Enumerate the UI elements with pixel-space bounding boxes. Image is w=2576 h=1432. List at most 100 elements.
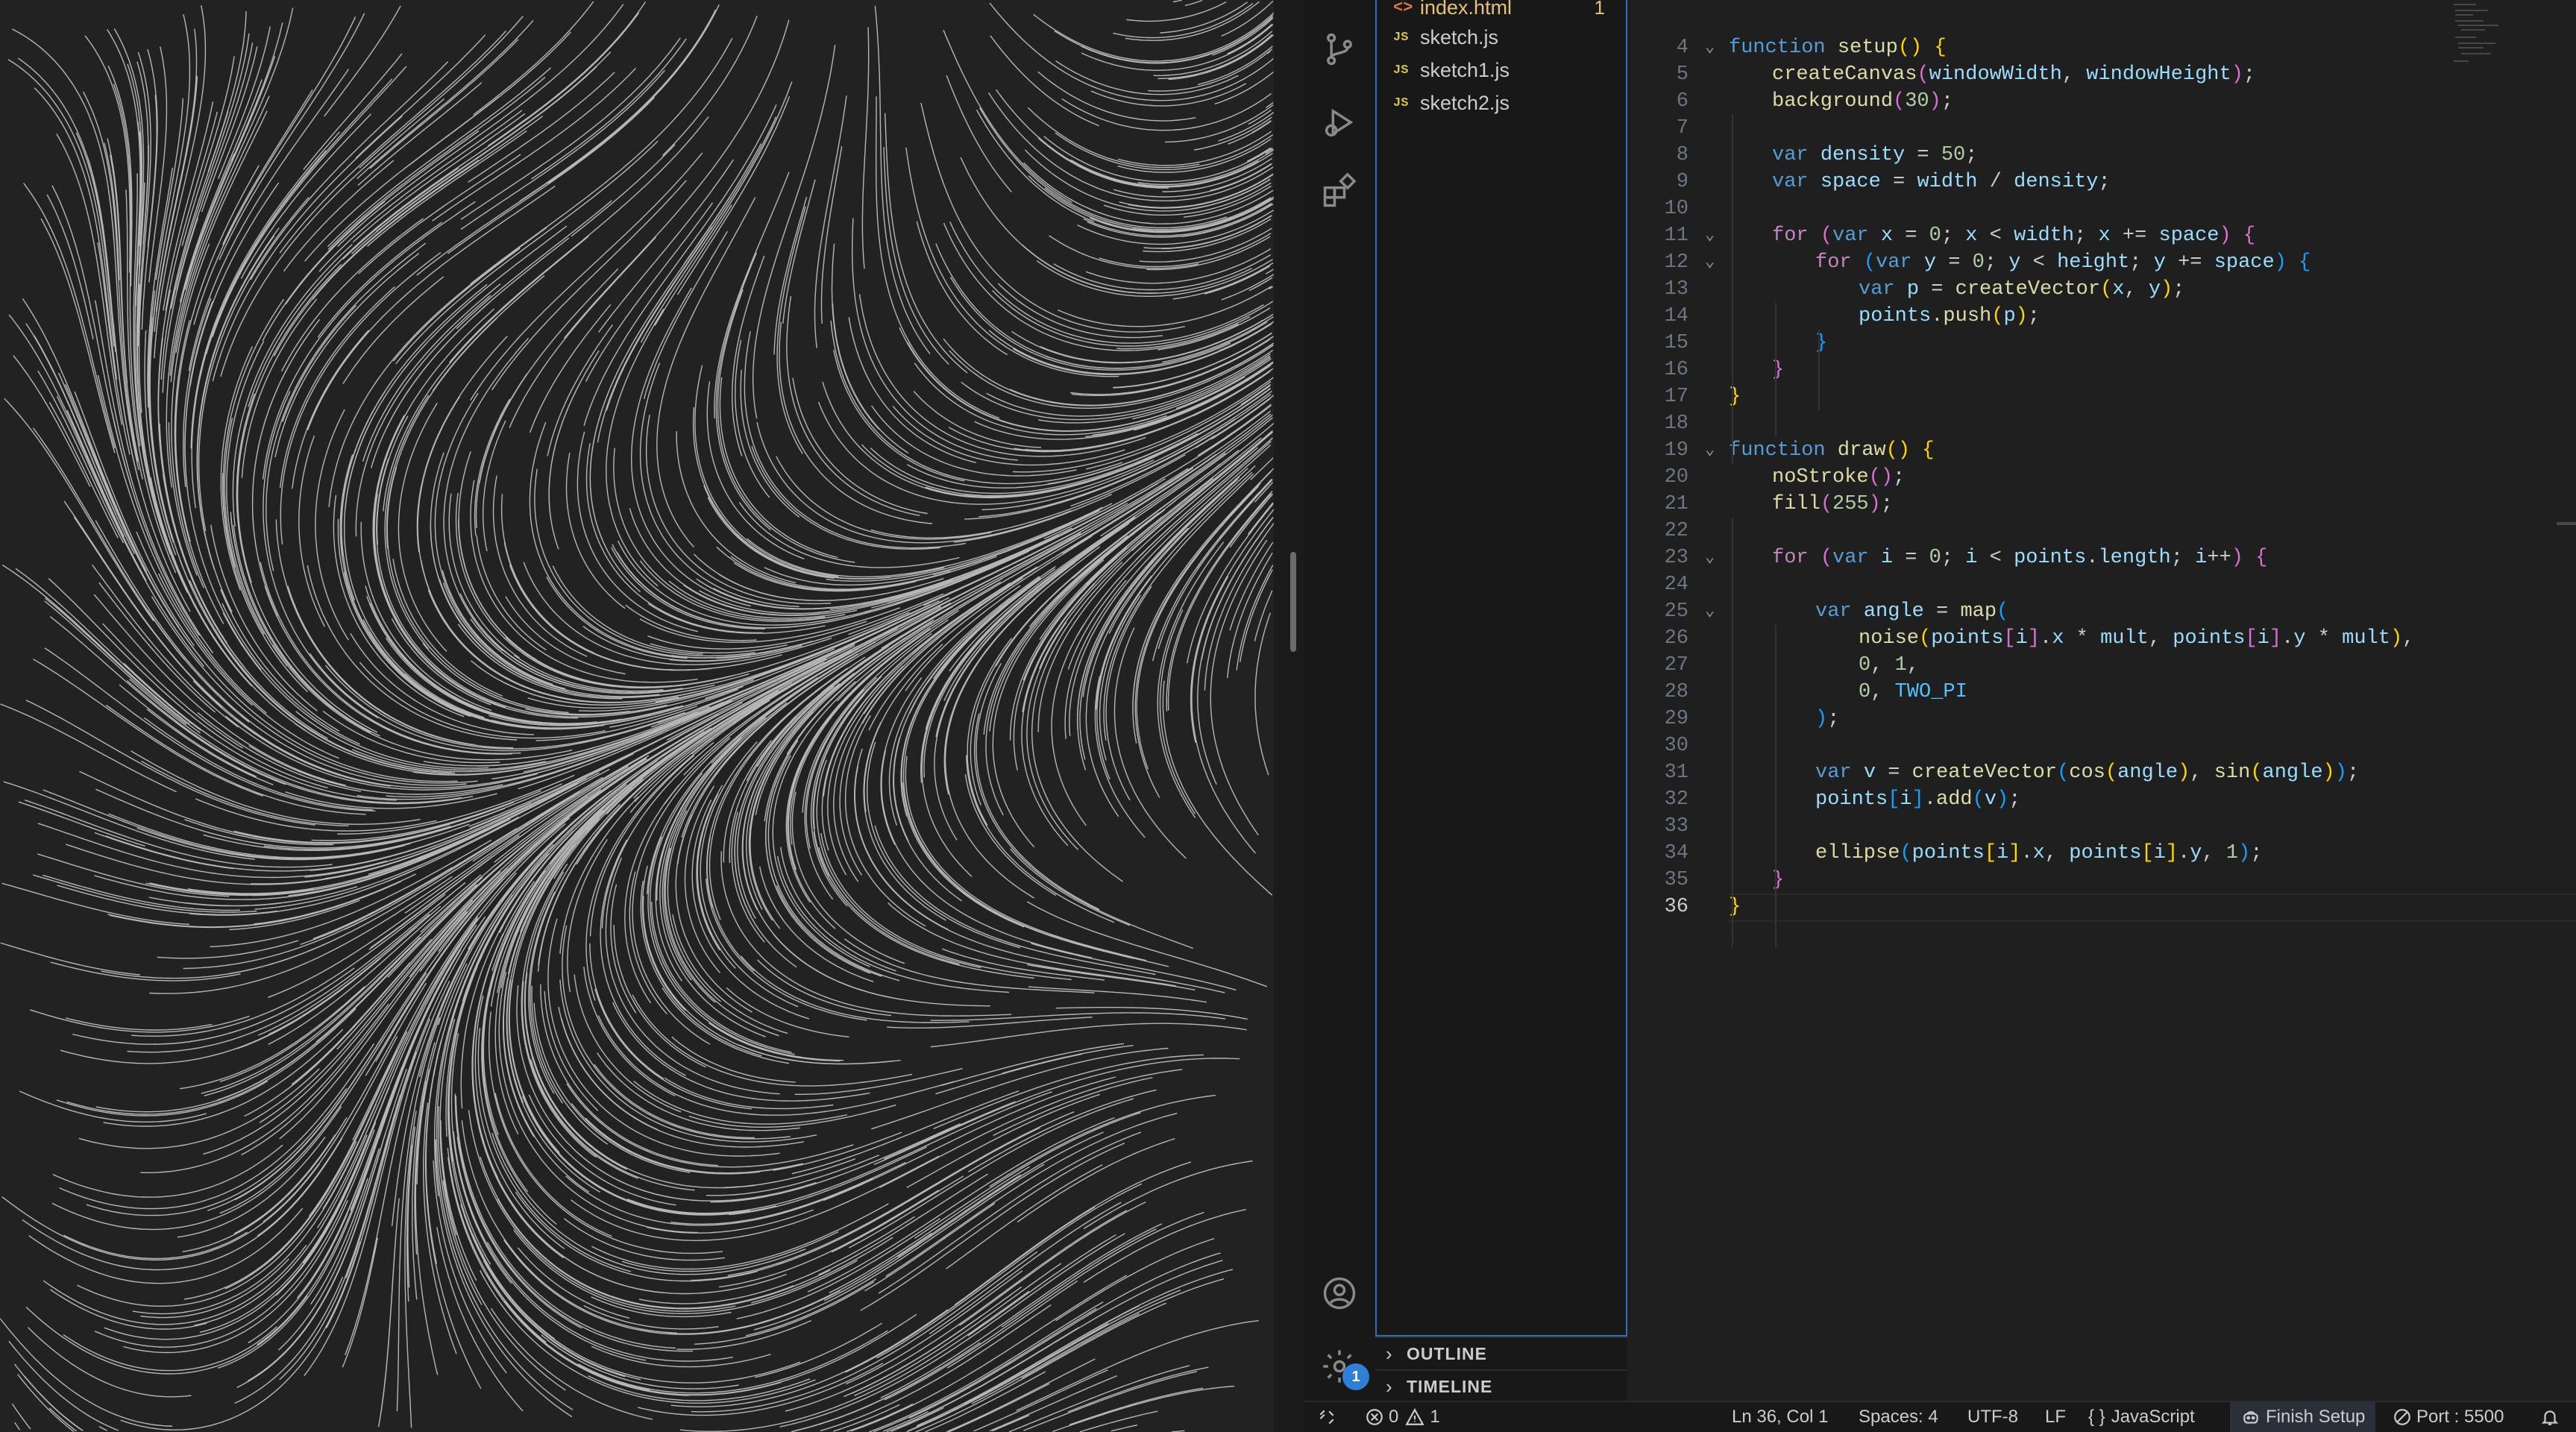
extensions-icon[interactable] [1320,172,1359,210]
line-number: 36 [1664,896,1688,918]
braces-icon: { } [2088,1407,2105,1427]
line-number: 7 [1676,117,1688,139]
code-line[interactable]: 9 var space = width / density; [1627,169,2576,195]
language-mode[interactable]: { } JavaScript [2088,1402,2195,1432]
file-item-sketch1-js[interactable]: JS sketch1.js [1377,54,1626,87]
port-label: Port : 5500 [2416,1407,2504,1427]
code-line[interactable]: 35} [1627,867,2576,894]
pane-splitter[interactable] [1274,0,1304,1432]
line-number: 28 [1664,681,1688,703]
line-number: 25 [1664,600,1688,623]
editor-scrollbar[interactable] [2557,522,2576,525]
code-line[interactable]: 5 createCanvas(windowWidth, windowHeight)… [1627,61,2576,88]
chevron-right-icon: › [1386,1342,1392,1365]
code-line[interactable]: 8 var density = 50; [1627,142,2576,169]
code-line[interactable]: 21 fill(255); [1627,491,2576,518]
code-line[interactable]: 16} [1627,357,2576,383]
settings-notification-badge: 1 [1342,1363,1369,1390]
line-number: 27 [1664,654,1688,676]
code-text: for (var x = 0; x < width; x += space) { [1772,224,2256,247]
code-text: function setup() { [1729,37,1947,59]
code-text: } [1815,332,1828,354]
account-icon[interactable] [1320,1274,1359,1313]
outline-section-header[interactable]: › OUTLINE [1375,1337,1627,1369]
fold-chevron-icon[interactable]: ⌄ [1705,222,1715,249]
flow-field-artwork [0,0,1274,1432]
fold-chevron-icon[interactable]: ⌄ [1705,598,1715,625]
line-number: 14 [1664,305,1688,327]
code-text: points.push(p); [1859,305,2041,327]
indent-guide [1732,115,1733,464]
line-number: 4 [1676,37,1688,59]
finish-setup-button[interactable]: Finish Setup [2230,1402,2376,1432]
code-line[interactable]: 12 ⌄ for (var y = 0; y < height; y += spac… [1627,249,2576,276]
file-name: sketch.js [1420,25,1499,48]
js-file-icon: JS [1393,95,1409,110]
fold-chevron-icon[interactable]: ⌄ [1705,437,1715,464]
line-number: 32 [1664,788,1688,811]
code-line[interactable]: 25 ⌄ var angle = map( [1627,598,2576,625]
code-text: ); [1815,708,1840,730]
timeline-section-header[interactable]: › TIMELINE [1375,1369,1627,1402]
code-line[interactable]: 29); [1627,706,2576,732]
code-line[interactable]: 6 background(30); [1627,88,2576,115]
code-text: points[i].add(v); [1815,788,2021,811]
code-line[interactable]: 14 points.push(p); [1627,303,2576,330]
indent-guide [1775,303,1777,437]
file-item-sketch2-js[interactable]: JS sketch2.js [1377,87,1626,119]
run-debug-icon[interactable] [1320,103,1359,142]
code-line[interactable]: 18 [1627,410,2576,437]
code-line[interactable]: 33 [1627,813,2576,840]
code-line[interactable]: 26 noise(points[i].x * mult, points[i].y … [1627,625,2576,652]
line-number: 29 [1664,708,1688,730]
activity-bar: 1 [1304,0,1375,1401]
line-number: 15 [1664,332,1688,354]
indentation-setting[interactable]: Spaces: 4 [1859,1402,1938,1432]
splitter-grip[interactable] [1290,552,1296,652]
code-editor[interactable]: 4 ⌄ function setup() {5 createCanvas(window… [1627,0,2576,1401]
code-text: 0, TWO_PI [1859,681,1967,703]
file-name: sketch1.js [1420,58,1510,81]
code-line[interactable]: 36} [1627,894,2576,920]
code-text: for (var i = 0; i < points.length; i++) … [1772,547,2268,569]
code-line[interactable]: 22 [1627,518,2576,544]
fold-chevron-icon[interactable]: ⌄ [1705,249,1715,276]
eol-setting[interactable]: LF [2045,1402,2066,1432]
code-line[interactable]: 4 ⌄ function setup() { [1627,34,2576,61]
warning-icon [1405,1408,1425,1425]
code-text: var angle = map( [1815,600,2009,623]
code-line[interactable]: 19 ⌄ function draw() { [1627,437,2576,464]
cursor-position[interactable]: Ln 36, Col 1 [1732,1402,1828,1432]
encoding-setting[interactable]: UTF-8 [1967,1402,2018,1432]
code-line[interactable]: 28 0, TWO_PI [1627,679,2576,706]
remote-indicator[interactable] [1317,1402,1341,1432]
code-line[interactable]: 23 ⌄ for (var i = 0; i < points.length; i+… [1627,544,2576,571]
line-number: 17 [1664,386,1688,408]
code-line[interactable]: 30 [1627,732,2576,759]
error-count: 0 [1389,1407,1399,1427]
code-text: } [1772,359,1785,381]
code-line[interactable]: 7 [1627,115,2576,142]
code-line[interactable]: 20 noStroke(); [1627,464,2576,491]
flow-lines [0,0,1274,1432]
problems-indicator[interactable]: 0 1 [1365,1402,1440,1432]
source-control-icon[interactable] [1320,30,1359,69]
code-line[interactable]: 11 ⌄ for (var x = 0; x < width; x += space… [1627,222,2576,249]
indent-guide [1775,625,1777,947]
code-line[interactable]: 27 0, 1, [1627,652,2576,679]
code-line[interactable]: 13 var p = createVector(x, y); [1627,276,2576,303]
fold-chevron-icon[interactable]: ⌄ [1705,544,1715,571]
code-line[interactable]: 24 [1627,571,2576,598]
minimap[interactable] [2446,0,2528,67]
code-line[interactable]: 31 var v = createVector(cos(angle), sin(a… [1627,759,2576,786]
code-line[interactable]: 10 [1627,195,2576,222]
file-item-sketch-js[interactable]: JS sketch.js [1377,21,1626,54]
live-server-port[interactable]: Port : 5500 [2393,1402,2504,1432]
line-number: 23 [1664,547,1688,569]
code-line[interactable]: 32 points[i].add(v); [1627,786,2576,813]
notifications-bell[interactable] [2540,1402,2564,1432]
code-line[interactable]: 15} [1627,330,2576,357]
code-line[interactable]: 34 ellipse(points[i].x, points[i].y, 1); [1627,840,2576,867]
fold-chevron-icon[interactable]: ⌄ [1705,34,1715,61]
code-line[interactable]: 17} [1627,383,2576,410]
